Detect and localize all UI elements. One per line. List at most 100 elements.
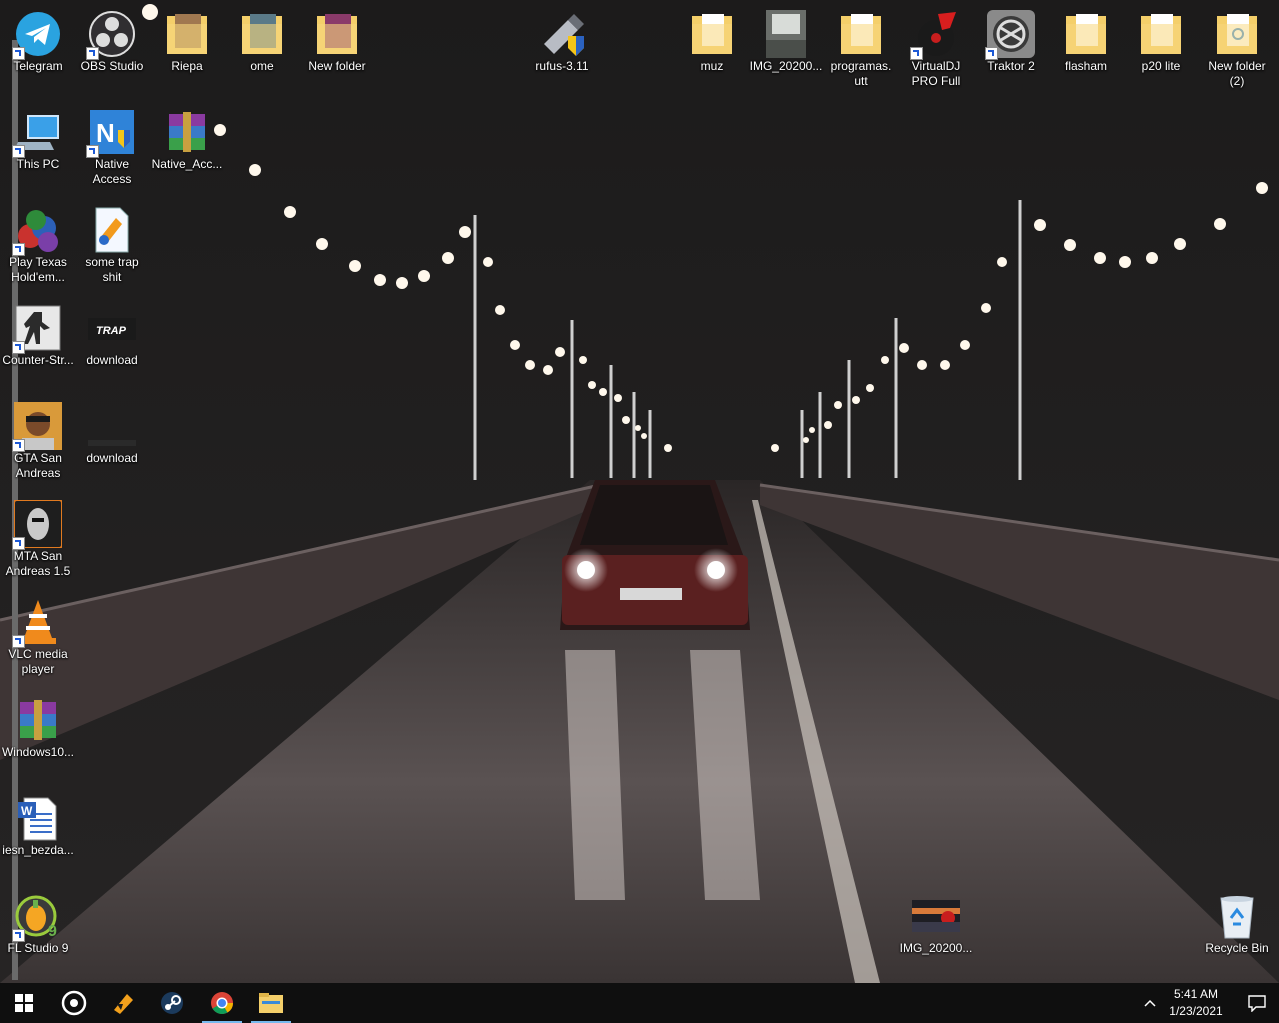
shortcut-arrow-icon [86, 47, 99, 60]
shortcut-arrow-icon [12, 47, 25, 60]
recycle-bin-icon [1220, 896, 1254, 939]
ome-folder-icon[interactable]: ome [224, 4, 300, 94]
shortcut-arrow-icon [12, 145, 25, 158]
taskbar-explorer-button[interactable] [247, 983, 295, 1023]
folder-icon [692, 14, 732, 54]
windows10-rar-desktop-icon[interactable]: Windows10... [0, 690, 76, 780]
folder-icon [317, 14, 357, 54]
mta-label: MTA San Andreas 1.5 [5, 549, 71, 578]
svg-text:N: N [96, 118, 115, 148]
some-trap-shit-label: some trap shit [85, 255, 139, 284]
vlc-desktop-icon[interactable]: VLC media player [0, 592, 76, 682]
folder-icon [841, 14, 881, 54]
shortcut-arrow-icon [12, 929, 25, 942]
iesn-doc-desktop-icon[interactable]: W iesn_bezda... [0, 788, 76, 878]
file-explorer-taskbar-icon [259, 993, 283, 1013]
gta-desktop-icon[interactable]: GTA San Andreas [0, 396, 76, 486]
this-pc-desktop-icon[interactable]: This PC [0, 102, 76, 192]
virtualdj-desktop-icon[interactable]: VirtualDJ PRO Full [898, 4, 974, 94]
windows-start-icon [15, 994, 33, 1012]
notification-icon [1248, 995, 1266, 1012]
winrar-archive-icon [169, 112, 205, 152]
folder-icon [1066, 14, 1106, 54]
image-thumbnail-icon [766, 10, 806, 58]
image-thumbnail-icon: TRAP [88, 318, 136, 340]
counter-strike-desktop-icon[interactable]: Counter-Str... [0, 298, 76, 388]
img-top-label: IMG_20200... [749, 59, 823, 73]
folder-icon [1217, 14, 1257, 54]
taskbar-steam-button[interactable] [148, 983, 196, 1023]
download1-label: download [86, 353, 138, 367]
taskbar-obs-button[interactable] [50, 983, 98, 1023]
playlist-file-icon [95, 207, 129, 253]
riepa-folder-icon[interactable]: Riepa [149, 4, 225, 94]
clock-date: 1/23/2021 [1169, 1004, 1223, 1018]
ome-label: ome [250, 59, 274, 73]
programas-folder-icon[interactable]: programas. utt [823, 4, 899, 94]
download2-desktop-icon[interactable]: download [74, 396, 150, 486]
taskbar-chrome-button[interactable] [198, 983, 246, 1023]
gta-label: GTA San Andreas [14, 451, 62, 480]
winamp-taskbar-icon [114, 994, 133, 1014]
obs-label: OBS Studio [80, 59, 144, 73]
telegram-desktop-icon[interactable]: Telegram [0, 4, 76, 94]
img-top-desktop-icon[interactable]: IMG_20200... [748, 4, 824, 94]
recycle-bin-desktop-icon[interactable]: Recycle Bin [1199, 886, 1275, 976]
vlc-label: VLC media player [8, 647, 68, 676]
shortcut-arrow-icon [985, 47, 998, 60]
fl-studio-desktop-icon[interactable]: 9 FL Studio 9 [0, 886, 76, 976]
chrome-taskbar-icon [211, 992, 233, 1014]
shortcut-arrow-icon [12, 635, 25, 648]
muz-folder-icon[interactable]: muz [674, 4, 750, 94]
flasham-label: flasham [1064, 59, 1108, 73]
shortcut-arrow-icon [12, 439, 25, 452]
img-bottom-desktop-icon[interactable]: IMG_20200... [898, 886, 974, 976]
rufus-desktop-icon[interactable]: rufus-3.11 [524, 4, 600, 94]
traktor-desktop-icon[interactable]: Traktor 2 [973, 4, 1049, 94]
download1-desktop-icon[interactable]: TRAP download [74, 298, 150, 388]
riepa-label: Riepa [171, 59, 203, 73]
obs-desktop-icon[interactable]: OBS Studio [74, 4, 150, 94]
chevron-up-icon [1144, 999, 1156, 1007]
muz-label: muz [700, 59, 724, 73]
shortcut-arrow-icon [12, 341, 25, 354]
taskbar-winamp-button[interactable] [100, 983, 148, 1023]
svg-text:9: 9 [48, 923, 57, 940]
traktor-label: Traktor 2 [987, 59, 1035, 73]
start-button[interactable] [0, 983, 48, 1023]
svg-text:W: W [21, 804, 33, 818]
native-access-desktop-icon[interactable]: N Native Access [74, 102, 150, 192]
texas-holdem-desktop-icon[interactable]: Play Texas Hold'em... [0, 200, 76, 290]
mta-desktop-icon[interactable]: MTA San Andreas 1.5 [0, 494, 76, 584]
img-bottom-label: IMG_20200... [899, 941, 973, 955]
native-acc-label: Native_Acc... [151, 157, 223, 171]
new-folder-2-label: New folder (2) [1208, 59, 1266, 88]
this-pc-label: This PC [16, 157, 60, 171]
flasham-folder-icon[interactable]: flasham [1048, 4, 1124, 94]
system-clock[interactable]: 5:41 AM 1/23/2021 [1161, 986, 1231, 1020]
new-folder-icon[interactable]: New folder [299, 4, 375, 94]
virtualdj-label: VirtualDJ PRO Full [911, 59, 961, 88]
iesn-label: iesn_bezda... [2, 843, 74, 857]
p20lite-label: p20 lite [1141, 59, 1181, 73]
svg-text:TRAP: TRAP [96, 325, 127, 337]
steam-taskbar-icon [161, 992, 183, 1014]
p20lite-folder-icon[interactable]: p20 lite [1123, 4, 1199, 94]
rufus-label: rufus-3.11 [535, 59, 589, 73]
native-acc-rar-desktop-icon[interactable]: Native_Acc... [149, 102, 225, 192]
shortcut-arrow-icon [12, 243, 25, 256]
show-hidden-icons-button[interactable] [1138, 983, 1162, 1023]
native-access-label: Native Access [92, 157, 132, 186]
recycle-bin-label: Recycle Bin [1205, 941, 1269, 955]
image-thumbnail-icon [912, 900, 960, 932]
folder-icon [167, 14, 207, 54]
download2-label: download [86, 451, 138, 465]
folder-icon [1141, 14, 1181, 54]
action-center-button[interactable] [1235, 983, 1279, 1023]
new-folder-2-icon[interactable]: New folder (2) [1199, 4, 1275, 94]
some-trap-shit-desktop-icon[interactable]: some trap shit [74, 200, 150, 290]
programas-label: programas. utt [830, 59, 892, 88]
shortcut-arrow-icon [910, 47, 923, 60]
shortcut-arrow-icon [12, 537, 25, 550]
winrar-archive-icon [20, 700, 56, 740]
